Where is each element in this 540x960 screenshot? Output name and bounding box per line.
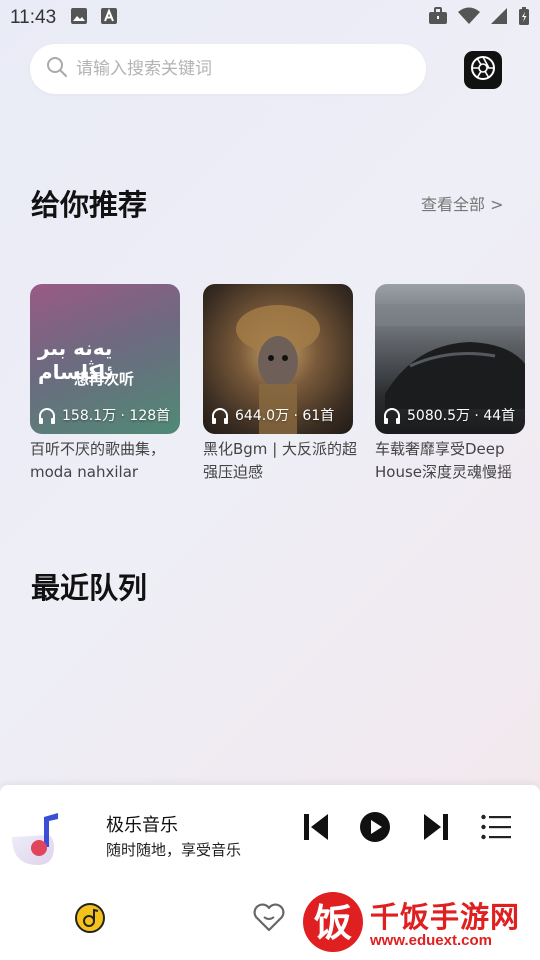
- play-count: 5080.5万 · 44首: [407, 408, 516, 424]
- recommend-title: 给你推荐: [31, 188, 148, 222]
- queue-list-icon: [481, 814, 511, 844]
- play-count: 158.1万 · 128首: [62, 408, 171, 424]
- signal-icon: [490, 7, 508, 30]
- watermark-name: 千饭手游网: [370, 900, 521, 934]
- playlist-title: 车载奢靡享受Deep House深度灵魂慢摇: [375, 440, 513, 481]
- playlist-card[interactable]: 644.0万 · 61首 黑化Bgm | 大反派的超强压迫感: [203, 284, 357, 484]
- watermark-logo: 饭 千饭手游网 www.eduext.com: [298, 888, 528, 956]
- headphones-icon: [383, 407, 401, 430]
- font-icon: [100, 7, 118, 30]
- skip-previous-icon: [302, 812, 330, 846]
- status-time: 11:43: [10, 7, 57, 28]
- playlist-cover: يەنە بىر ئاڭلسام 想再次听 158.1万 · 128首: [30, 284, 180, 434]
- cover-text: 想再次听: [74, 370, 135, 388]
- playlist-button[interactable]: [480, 813, 512, 845]
- view-all-link[interactable]: 查看全部 >: [421, 191, 504, 215]
- play-stats: 5080.5万 · 44首: [383, 407, 525, 430]
- aperture-icon: [469, 54, 497, 86]
- search-input[interactable]: [76, 59, 396, 79]
- player-title: 极乐音乐: [106, 815, 178, 836]
- settings-button[interactable]: [464, 51, 502, 89]
- mini-player[interactable]: 极乐音乐 随时随地，享受音乐: [0, 785, 540, 883]
- status-bar: 11:43: [0, 0, 540, 36]
- playlist-title: 黑化Bgm | 大反派的超强压迫感: [203, 440, 358, 481]
- heart-icon: [252, 903, 286, 937]
- nav-favorites[interactable]: [252, 903, 286, 937]
- play-count: 644.0万 · 61首: [235, 408, 335, 424]
- next-button[interactable]: [420, 813, 452, 845]
- playlist-carousel[interactable]: يەنە بىر ئاڭلسام 想再次听 158.1万 · 128首 百听不厌…: [30, 284, 540, 484]
- play-icon: [359, 811, 391, 847]
- briefcase-icon: [428, 6, 448, 30]
- play-stats: 158.1万 · 128首: [38, 407, 180, 430]
- search-icon: [46, 56, 68, 82]
- play-button[interactable]: [359, 811, 391, 847]
- headphones-icon: [38, 407, 56, 430]
- recent-queue-title: 最近队列: [31, 571, 148, 605]
- nav-music[interactable]: [73, 903, 107, 937]
- search-bar[interactable]: [30, 44, 426, 94]
- watermark-url: www.eduext.com: [370, 932, 492, 949]
- watermark-emblem: 饭: [303, 892, 363, 952]
- headphones-icon: [211, 407, 229, 430]
- battery-icon: [518, 6, 530, 31]
- music-disc-icon: [74, 902, 106, 938]
- app-logo: [8, 807, 66, 867]
- gallery-icon: [70, 7, 88, 30]
- playlist-card[interactable]: يەنە بىر ئاڭلسام 想再次听 158.1万 · 128首 百听不厌…: [30, 284, 180, 484]
- playlist-card[interactable]: 5080.5万 · 44首 车载奢靡享受Deep House深度灵魂慢摇: [375, 284, 525, 484]
- skip-next-icon: [422, 812, 450, 846]
- wifi-icon: [458, 7, 480, 30]
- playlist-title: 百听不厌的歌曲集，moda nahxilar: [30, 440, 166, 481]
- playlist-cover: 644.0万 · 61首: [203, 284, 353, 434]
- player-subtitle: 随时随地，享受音乐: [106, 841, 242, 859]
- play-stats: 644.0万 · 61首: [211, 407, 353, 430]
- previous-button[interactable]: [300, 813, 332, 845]
- watermark-logo-char: 饭: [314, 901, 352, 945]
- playlist-cover: 5080.5万 · 44首: [375, 284, 525, 434]
